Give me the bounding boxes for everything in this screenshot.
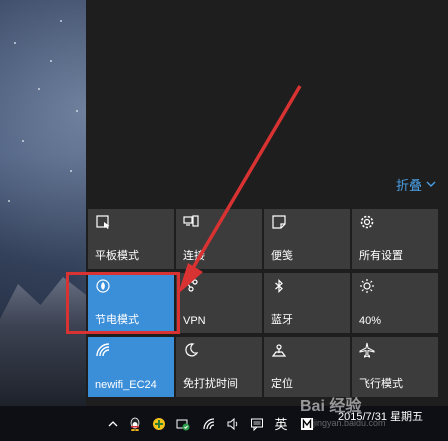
show-hidden-icons-button[interactable] <box>104 406 122 441</box>
qq-penguin-icon <box>130 417 140 431</box>
security-plus-tray-button[interactable] <box>148 406 170 441</box>
taskbar: 英 2015/7/31 星期五 <box>0 406 448 441</box>
action-center-tray-button[interactable] <box>246 406 268 441</box>
collapse-button[interactable]: 折叠 <box>396 175 436 194</box>
ime-label: 英 <box>274 417 288 432</box>
volume-tray-button[interactable] <box>222 406 244 441</box>
ime-mode-icon <box>301 417 313 430</box>
battery-saver-icon <box>95 278 111 294</box>
settings-gear-icon <box>359 214 375 230</box>
network-manager-tray-button[interactable] <box>172 406 194 441</box>
tile-label: 40% <box>359 315 382 327</box>
collapse-label: 折叠 <box>395 178 422 193</box>
vpn-icon <box>183 278 199 294</box>
tile-airplane-mode[interactable]: 飞行模式 <box>352 337 438 397</box>
message-icon <box>251 418 263 431</box>
tile-label: 免打扰时间 <box>183 378 238 390</box>
chevron-down-icon <box>426 181 436 187</box>
network-manager-icon <box>176 419 190 430</box>
tile-label: 所有设置 <box>359 250 403 262</box>
chevron-up-icon <box>108 420 118 426</box>
clock-date: 2015/7/31 星期五 <box>338 411 423 423</box>
tile-battery-saver[interactable]: 节电模式 <box>88 273 174 333</box>
ime-language-button[interactable]: 英 <box>270 406 292 441</box>
wifi-icon <box>95 342 111 358</box>
mountain-silhouette <box>0 277 90 410</box>
speaker-icon <box>227 417 238 430</box>
tile-note[interactable]: 便笺 <box>264 209 350 269</box>
tile-label: 飞行模式 <box>359 378 403 390</box>
wifi-icon <box>203 417 215 429</box>
tile-label: newifi_EC24 <box>95 379 157 391</box>
connect-icon <box>183 214 199 230</box>
tile-connect[interactable]: 连接 <box>176 209 262 269</box>
security-plus-icon <box>153 417 165 430</box>
tile-wifi[interactable]: newifi_EC24 <box>88 337 174 397</box>
location-icon <box>271 342 287 358</box>
tile-location[interactable]: 定位 <box>264 337 350 397</box>
tile-label: 定位 <box>271 378 293 390</box>
quiet-hours-moon-icon <box>183 342 199 358</box>
tile-tablet-mode[interactable]: 平板模式 <box>88 209 174 269</box>
wifi-tray-button[interactable] <box>198 406 220 441</box>
qq-penguin-tray-button[interactable] <box>124 406 146 441</box>
tile-label: 平板模式 <box>95 250 139 262</box>
tile-vpn[interactable]: VPN <box>176 273 262 333</box>
tile-label: VPN <box>183 315 206 327</box>
ime-mode-button[interactable] <box>296 406 318 441</box>
airplane-mode-icon <box>359 342 375 358</box>
clock-button[interactable]: 2015/7/31 星期五 <box>338 411 423 424</box>
bluetooth-icon <box>271 278 287 294</box>
tile-bluetooth[interactable]: 蓝牙 <box>264 273 350 333</box>
tile-label: 蓝牙 <box>271 314 293 326</box>
tile-all-settings[interactable]: 所有设置 <box>352 209 438 269</box>
tile-label: 节电模式 <box>95 314 139 326</box>
tile-label: 便笺 <box>271 250 293 262</box>
tablet-mode-icon <box>95 214 111 230</box>
note-icon <box>271 214 287 230</box>
tile-quiet-hours[interactable]: 免打扰时间 <box>176 337 262 397</box>
tile-brightness[interactable]: 40% <box>352 273 438 333</box>
brightness-icon <box>359 278 375 294</box>
tile-label: 连接 <box>183 250 205 262</box>
